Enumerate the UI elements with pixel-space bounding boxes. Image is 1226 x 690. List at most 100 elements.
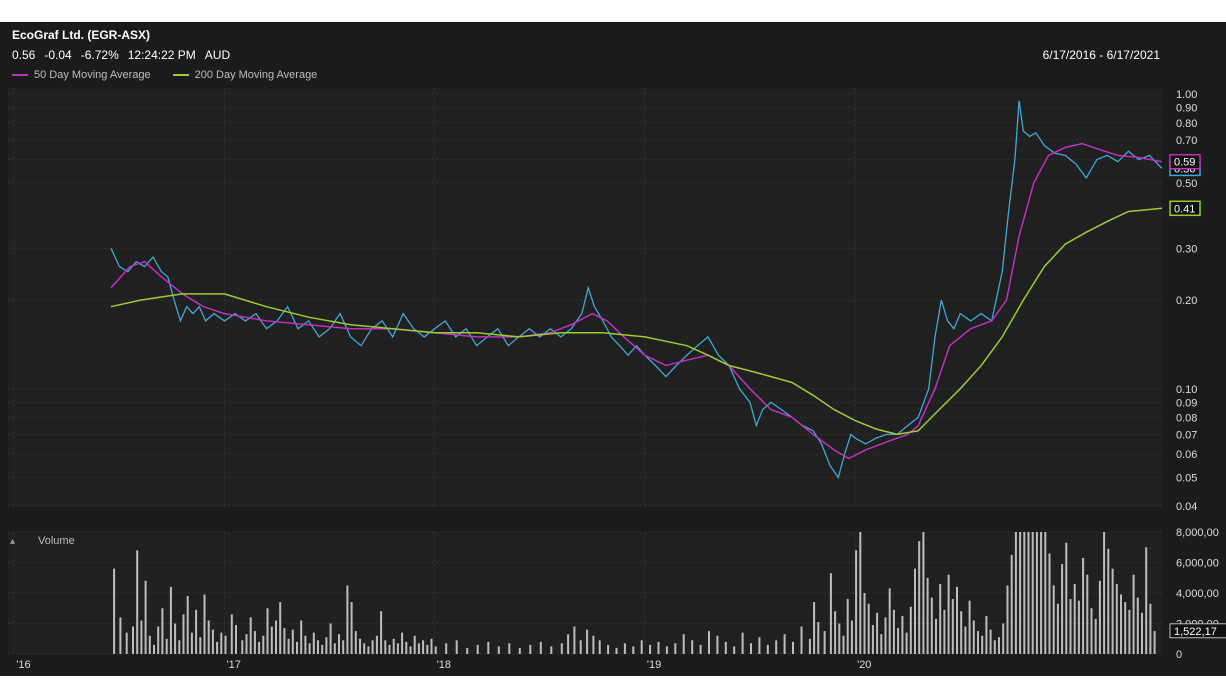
volume-bar — [508, 643, 511, 654]
volume-bar — [1149, 603, 1152, 654]
volume-bar — [279, 602, 282, 654]
svg-text:0.59: 0.59 — [1174, 157, 1195, 169]
volume-bar — [178, 640, 181, 654]
volume-bar — [914, 568, 916, 654]
volume-bar — [136, 550, 139, 654]
volume-bar — [1056, 603, 1059, 654]
volume-bar — [405, 641, 408, 654]
volume-bar — [1107, 548, 1110, 654]
volume-bar — [329, 623, 332, 654]
volume-bar — [262, 635, 265, 654]
volume-bar — [850, 620, 853, 654]
volume-bar — [169, 586, 172, 654]
volume-bar — [1052, 585, 1055, 654]
volume-bar — [1069, 599, 1072, 654]
volume-bar — [325, 637, 328, 654]
volume-bar — [182, 614, 185, 654]
volume-bar — [838, 623, 841, 654]
volume-bar — [1027, 532, 1030, 654]
volume-bar — [750, 643, 752, 654]
volume-bar — [918, 541, 921, 654]
volume-bar — [338, 634, 340, 654]
volume-bar — [119, 617, 122, 654]
volume-bar — [241, 640, 244, 654]
volume-bar — [741, 632, 744, 654]
volume-bar — [342, 640, 345, 654]
volume-bar — [1086, 574, 1089, 654]
volume-bar — [283, 628, 286, 654]
volume-bar — [977, 631, 979, 654]
volume-bar — [846, 599, 849, 654]
volume-tick-label: 0 — [1176, 649, 1182, 661]
volume-bar — [579, 640, 582, 654]
volume-bar — [235, 625, 237, 654]
volume-bar — [859, 532, 862, 654]
volume-bar — [224, 635, 227, 654]
volume-bar — [935, 618, 937, 654]
volume-bar — [321, 644, 324, 654]
volume-bar — [829, 573, 832, 654]
volume-collapse-icon: ▴ — [10, 536, 15, 547]
volume-bar — [922, 532, 925, 654]
volume-bar — [592, 635, 595, 654]
volume-bar — [800, 626, 803, 654]
volume-bar — [775, 640, 778, 654]
volume-bar — [871, 625, 874, 654]
volume-bar — [199, 637, 202, 654]
stock-chart-svg[interactable]: 1.000.900.800.700.600.500.300.200.100.09… — [0, 22, 1226, 676]
last-volume-badge: 1,522,17 — [1169, 623, 1226, 639]
volume-bar — [691, 640, 694, 654]
volume-bar — [287, 638, 290, 655]
volume-bar — [153, 644, 155, 654]
volume-bar — [413, 635, 416, 654]
volume-bar — [640, 640, 643, 654]
volume-bar — [186, 596, 189, 654]
volume-bar — [716, 635, 719, 654]
volume-bar — [312, 632, 315, 654]
volume-bar — [1035, 532, 1038, 654]
ma50-last-badge: 0.59 — [1169, 153, 1201, 170]
volume-bar — [956, 586, 958, 654]
volume-bar — [1115, 583, 1118, 654]
volume-bar — [1077, 600, 1080, 654]
volume-bar — [1065, 542, 1068, 654]
volume-bar — [989, 629, 992, 654]
volume-bar — [363, 643, 366, 654]
x-tick-label: '19 — [647, 659, 661, 671]
volume-bar — [951, 599, 954, 654]
volume-bar — [888, 588, 891, 654]
volume-bar — [367, 646, 370, 654]
volume-bar — [245, 634, 248, 654]
price-tick-label: 0.70 — [1176, 135, 1197, 147]
price-tick-label: 0.80 — [1176, 118, 1197, 130]
volume-bar — [1136, 597, 1139, 654]
volume-bar — [455, 640, 458, 654]
volume-bar — [529, 644, 532, 654]
volume-bar — [132, 626, 134, 654]
volume-bar — [724, 641, 727, 654]
volume-bar — [270, 626, 273, 654]
volume-bar — [296, 641, 298, 654]
volume-bar — [1044, 532, 1047, 654]
volume-bar — [157, 626, 160, 654]
volume-bar — [1094, 618, 1097, 654]
svg-text:1,522,17: 1,522,17 — [1174, 626, 1217, 638]
ma200-last-badge: 0.41 — [1169, 200, 1201, 217]
volume-bar — [813, 602, 816, 654]
volume-bar — [623, 643, 626, 654]
volume-bar — [1048, 553, 1051, 654]
volume-bar — [380, 611, 383, 654]
volume-bar — [905, 632, 908, 654]
volume-bar — [897, 628, 900, 654]
x-tick-label: '17 — [227, 659, 241, 671]
volume-bar — [359, 638, 361, 655]
x-tick-label: '20 — [857, 659, 871, 671]
volume-bar — [275, 620, 277, 654]
volume-bar — [384, 640, 387, 654]
volume-bar — [148, 635, 151, 654]
volume-bar — [649, 644, 652, 654]
volume-bar — [497, 646, 500, 654]
volume-bar — [174, 623, 177, 654]
volume-bar — [1019, 532, 1022, 654]
volume-bar — [909, 606, 912, 654]
